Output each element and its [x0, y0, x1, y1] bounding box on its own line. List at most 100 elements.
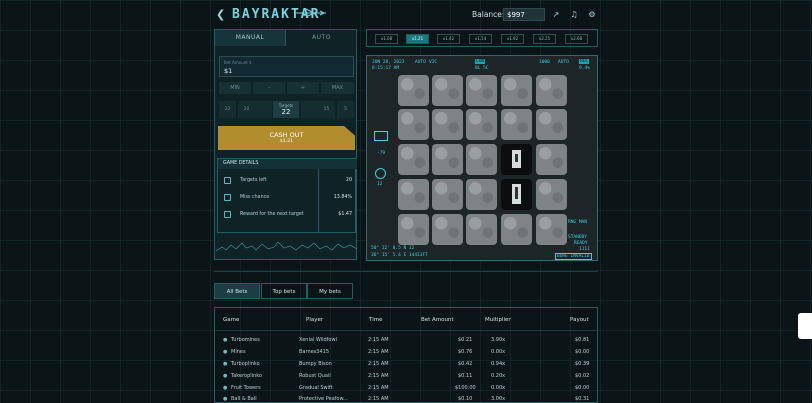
detail-label: Reward for the next target — [240, 212, 304, 217]
game-icon: ● — [223, 361, 228, 367]
feedback-tab[interactable] — [798, 313, 812, 339]
tab-manual[interactable]: MANUAL — [215, 30, 286, 46]
minus-button[interactable]: - — [253, 82, 285, 94]
game-board: JUN 28, 2023 8:15:17 AM AUTO VIC CON BL … — [366, 55, 598, 261]
hud-mode: AUTO — [415, 60, 426, 65]
col-header-multiplier: Multiplier — [485, 317, 511, 323]
hud-bl: BL 5C — [475, 66, 489, 71]
tab-all-bets[interactable]: All Bets — [214, 283, 260, 299]
multiplier-chip[interactable]: x1.54 — [469, 34, 492, 44]
revealed-target-tile — [501, 179, 532, 210]
grid-tile[interactable] — [501, 214, 532, 245]
details-divider — [318, 169, 319, 233]
bets-table: Game Player Time Bet Amount Multiplier P… — [214, 307, 599, 403]
cell-time: 2:15 AM — [368, 396, 389, 402]
header-divider — [215, 330, 599, 331]
col-header-bet-amount: Bet Amount — [421, 317, 454, 323]
grid-tile[interactable] — [536, 179, 567, 210]
game-icon: ● — [223, 385, 228, 391]
sound-icon[interactable]: ♫ — [569, 10, 579, 20]
grid-tile[interactable] — [432, 144, 463, 175]
grid-tile[interactable] — [398, 144, 429, 175]
grid-tile[interactable] — [398, 214, 429, 245]
cell-payout: $0.39 — [575, 361, 590, 367]
max-button[interactable]: MAX — [321, 82, 354, 94]
settings-gear-icon[interactable]: ⚙ — [587, 10, 597, 20]
plus-button[interactable]: + — [287, 82, 319, 94]
multiplier-chip[interactable]: x2.25 — [533, 34, 556, 44]
multiplier-chip[interactable]: x2.68 — [565, 34, 588, 44]
target-chip[interactable]: 22 — [219, 101, 236, 118]
grid-tile[interactable] — [536, 75, 567, 106]
hud-vic: VIC — [429, 60, 438, 65]
hud-coord-1: 50° 22' 8.5 N 12 — [371, 246, 415, 251]
tab-my-bets[interactable]: My bets — [307, 283, 353, 299]
hud-coord-2: 36° 15' 5.4 E 14413FT — [371, 253, 428, 258]
grid-tile[interactable] — [501, 109, 532, 140]
fullscreen-icon[interactable]: ↗ — [551, 10, 561, 20]
cell-time: 2:15 AM — [368, 349, 389, 355]
back-arrow-icon[interactable]: ❮ — [216, 9, 228, 21]
tank-target-icon — [512, 150, 521, 168]
targets-selector[interactable]: Targets 22 — [273, 101, 299, 118]
grid-tile[interactable] — [398, 75, 429, 106]
bet-amount-label: Bet Amount $ — [224, 60, 252, 65]
grid-tile[interactable] — [432, 179, 463, 210]
targets-value: 22 — [281, 108, 291, 116]
hud-compass-icon — [375, 168, 386, 179]
grid-tile[interactable] — [501, 75, 532, 106]
hud-time: 8:15:17 AM — [372, 66, 400, 71]
multiplier-chip[interactable]: x1.42 — [437, 34, 460, 44]
target-chip[interactable]: 5 — [337, 101, 354, 118]
tab-top-bets[interactable]: Top bets — [261, 283, 307, 299]
grid-tile[interactable] — [466, 179, 497, 210]
grid-tile[interactable] — [466, 144, 497, 175]
grid-tile[interactable] — [536, 109, 567, 140]
grid-tile[interactable] — [432, 214, 463, 245]
game-details-box: GAME DETAILS Targets left 20 Miss chance… — [217, 158, 357, 233]
grid-tile[interactable] — [466, 75, 497, 106]
multiplier-chip[interactable]: x1.08 — [375, 34, 398, 44]
grid-tile[interactable] — [398, 109, 429, 140]
grid-tile[interactable] — [466, 214, 497, 245]
detail-value: 20 — [345, 178, 352, 183]
tab-auto[interactable]: AUTO — [286, 30, 357, 46]
cell-player: Xenial Wildfowl — [299, 337, 337, 343]
cell-multiplier: 3.00x — [491, 396, 506, 402]
grid-tile[interactable] — [398, 179, 429, 210]
target-chip[interactable]: 20 — [238, 101, 255, 118]
cell-payout: $0.31 — [575, 396, 590, 402]
col-header-time: Time — [369, 317, 383, 323]
multiplier-chip-selected[interactable]: x1.21 — [406, 34, 429, 44]
cell-multiplier: 0.20x — [491, 373, 506, 379]
detail-label: Targets left — [240, 178, 267, 183]
target-chip[interactable]: 15 — [318, 101, 335, 118]
hud-side-b: 12 — [377, 182, 383, 187]
cell-multiplier: 3.90x — [491, 337, 506, 343]
grid-tile[interactable] — [432, 109, 463, 140]
revealed-target-tile — [501, 144, 532, 175]
plane-icon — [224, 177, 231, 184]
grid-tile[interactable] — [432, 75, 463, 106]
cell-multiplier: 0.94x — [491, 361, 506, 367]
target-chip-empty[interactable] — [255, 101, 272, 118]
cash-out-button[interactable]: CASH OUT $1.21 — [218, 126, 355, 150]
min-button[interactable]: MIN — [219, 82, 251, 94]
bet-adjust-row: MIN - + MAX — [219, 82, 354, 94]
cell-game: Fruit Towers — [231, 385, 261, 391]
hud-bore: BORE INVALID — [555, 253, 592, 260]
cell-time: 2:15 AM — [368, 361, 389, 367]
cell-game: Takeroplinko — [231, 373, 262, 379]
multiplier-chip[interactable]: x1.92 — [501, 34, 524, 44]
cell-player: Bumpy Bison — [299, 361, 332, 367]
cell-bet: $0.76 — [458, 349, 473, 355]
cell-payout: $0.00 — [575, 349, 590, 355]
hud-auto2: AUTO — [558, 60, 569, 65]
balance-value: $997 — [503, 8, 545, 21]
hud-standby: STANDBY — [568, 235, 587, 240]
grid-tile[interactable] — [536, 144, 567, 175]
target-chip-empty[interactable] — [301, 101, 318, 118]
grid-tile[interactable] — [466, 109, 497, 140]
bet-amount-input[interactable]: Bet Amount $ $1 — [219, 56, 354, 77]
grid-tile[interactable] — [536, 214, 567, 245]
